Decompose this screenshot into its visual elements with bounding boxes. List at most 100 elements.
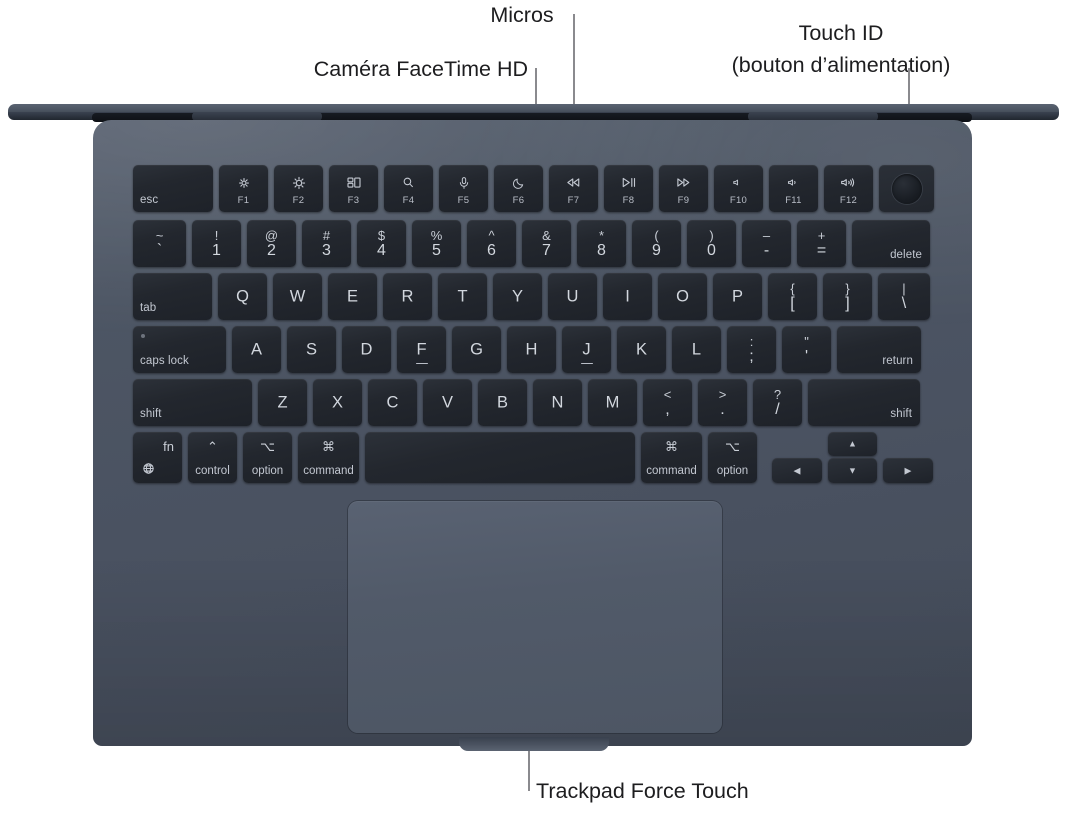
arrow-left-key[interactable]: ◀ xyxy=(772,458,822,483)
key-f3[interactable]: F3 xyxy=(329,165,378,212)
key-option-right[interactable]: ⌥ option xyxy=(708,432,757,483)
arrow-left-icon: ◀ xyxy=(793,465,801,475)
key-f12[interactable]: F12 xyxy=(824,165,873,212)
key-period[interactable]: >. xyxy=(698,379,747,426)
key-s[interactable]: S xyxy=(287,326,336,373)
key-i[interactable]: I xyxy=(603,273,652,320)
key-grave[interactable]: ~ ` xyxy=(133,220,186,267)
key-b[interactable]: B xyxy=(478,379,527,426)
key-tab[interactable]: tab xyxy=(133,273,212,320)
key-a[interactable]: A xyxy=(232,326,281,373)
key-lower-equal: = xyxy=(816,242,827,259)
key-shift-right[interactable]: shift xyxy=(808,379,920,426)
key-1[interactable]: ! 1 xyxy=(192,220,241,267)
key-7[interactable]: & 7 xyxy=(522,220,571,267)
arrow-right-key[interactable]: ▶ xyxy=(883,458,933,483)
key-f10[interactable]: F10 xyxy=(714,165,763,212)
key-fn-label-f11: F11 xyxy=(785,195,802,206)
trackpad[interactable] xyxy=(348,501,722,733)
key-e[interactable]: E xyxy=(328,273,377,320)
key-esc[interactable]: esc xyxy=(133,165,213,212)
key-z[interactable]: Z xyxy=(258,379,307,426)
key-bracket-right[interactable]: }] xyxy=(823,273,872,320)
key-f1[interactable]: F1 xyxy=(219,165,268,212)
key-fn-label-f2: F2 xyxy=(292,195,305,206)
key-upper-bracket-right: } xyxy=(845,281,850,296)
key-h[interactable]: H xyxy=(507,326,556,373)
key-delete[interactable]: delete xyxy=(852,220,930,267)
key-f7[interactable]: F7 xyxy=(549,165,598,212)
key-label-shift-right: shift xyxy=(890,408,912,420)
key-n[interactable]: N xyxy=(533,379,582,426)
key-t[interactable]: T xyxy=(438,273,487,320)
key-q[interactable]: Q xyxy=(218,273,267,320)
key-command-right[interactable]: ⌘ command xyxy=(641,432,702,483)
key-comma[interactable]: <, xyxy=(643,379,692,426)
key-m[interactable]: M xyxy=(588,379,637,426)
key-f5[interactable]: F5 xyxy=(439,165,488,212)
callout-touchid-sublabel: (bouton d’alimentation) xyxy=(731,53,951,77)
key-upper-9: ( xyxy=(654,228,659,243)
key-space[interactable] xyxy=(365,432,635,483)
key-5[interactable]: % 5 xyxy=(412,220,461,267)
key-k[interactable]: K xyxy=(617,326,666,373)
key-o[interactable]: O xyxy=(658,273,707,320)
key-u[interactable]: U xyxy=(548,273,597,320)
key-quote[interactable]: " ' xyxy=(782,326,831,373)
key-equal[interactable]: + = xyxy=(797,220,846,267)
key-shift-left[interactable]: shift xyxy=(133,379,252,426)
key-y[interactable]: Y xyxy=(493,273,542,320)
key-f9[interactable]: F9 xyxy=(659,165,708,212)
key-r[interactable]: R xyxy=(383,273,432,320)
key-return[interactable]: return xyxy=(837,326,921,373)
key-symbol-command-left: ⌘ xyxy=(322,439,335,454)
key-g[interactable]: G xyxy=(452,326,501,373)
key-f2[interactable]: F2 xyxy=(274,165,323,212)
key-option-left[interactable]: ⌥ option xyxy=(243,432,292,483)
key-v[interactable]: V xyxy=(423,379,472,426)
key-label-g: G xyxy=(470,340,483,358)
key-9[interactable]: (9 xyxy=(632,220,681,267)
key-label-k: K xyxy=(635,340,647,358)
key-c[interactable]: C xyxy=(368,379,417,426)
arrow-down-key[interactable]: ▼ xyxy=(828,458,877,483)
key-label-return: return xyxy=(882,355,913,367)
key-label-m: M xyxy=(605,393,620,411)
key-fn-label-f10: F10 xyxy=(729,195,748,206)
key-bracket-left[interactable]: {[ xyxy=(768,273,817,320)
key-minus[interactable]: – - xyxy=(742,220,791,267)
key-w[interactable]: W xyxy=(273,273,322,320)
key-f8[interactable]: F8 xyxy=(604,165,653,212)
key-command-left[interactable]: ⌘ command xyxy=(298,432,359,483)
key-d[interactable]: D xyxy=(342,326,391,373)
key-label-caps-lock: caps lock xyxy=(140,355,189,367)
key-touch-id[interactable] xyxy=(879,165,934,212)
key-label-u: U xyxy=(566,287,579,305)
key-control-left[interactable]: ⌃ control xyxy=(188,432,237,483)
key-l[interactable]: L xyxy=(672,326,721,373)
key-8[interactable]: * 8 xyxy=(577,220,626,267)
arrow-up-key[interactable]: ▲ xyxy=(828,432,877,456)
key-j[interactable]: J xyxy=(562,326,611,373)
key-fn-globe[interactable]: fn xyxy=(133,432,182,483)
key-3[interactable]: #3 xyxy=(302,220,351,267)
key-f[interactable]: F xyxy=(397,326,446,373)
key-slash[interactable]: ? / xyxy=(753,379,802,426)
key-p[interactable]: P xyxy=(713,273,762,320)
key-6[interactable]: ^ 6 xyxy=(467,220,516,267)
key-caps-lock[interactable]: caps lock xyxy=(133,326,226,373)
key-x[interactable]: X xyxy=(313,379,362,426)
key-semicolon[interactable]: :; xyxy=(727,326,776,373)
key-0[interactable]: ) 0 xyxy=(687,220,736,267)
key-backslash[interactable]: | \ xyxy=(878,273,930,320)
homing-bar-j xyxy=(580,362,593,364)
key-lower-0: 0 xyxy=(707,242,716,259)
key-f6[interactable]: F6 xyxy=(494,165,543,212)
key-4[interactable]: $4 xyxy=(357,220,406,267)
key-2[interactable]: @2 xyxy=(247,220,296,267)
arrow-down-icon: ▼ xyxy=(848,465,857,475)
key-f4[interactable]: F4 xyxy=(384,165,433,212)
key-label-delete: delete xyxy=(890,249,922,261)
key-f11[interactable]: F11 xyxy=(769,165,818,212)
key-lower-6: 6 xyxy=(487,242,496,259)
